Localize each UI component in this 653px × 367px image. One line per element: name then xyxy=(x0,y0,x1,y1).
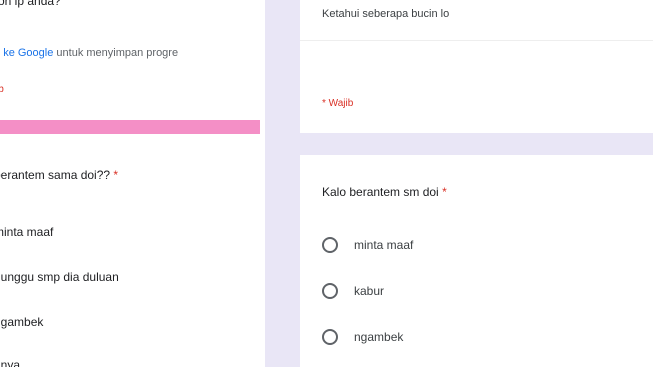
radio-button-icon[interactable] xyxy=(322,329,338,345)
radio-button-icon[interactable] xyxy=(322,237,338,253)
radio-label[interactable]: kabur xyxy=(354,284,384,298)
radio-option[interactable]: ngambek xyxy=(322,329,403,345)
question-title: Kalo berantem sm doi * xyxy=(322,185,447,199)
left-option[interactable]: minta maaf xyxy=(0,225,53,239)
form-header-card: Ketahui seberapa bucin lo * Wajib xyxy=(300,0,653,133)
field-divider xyxy=(300,40,653,41)
left-form-title: on ip anda? xyxy=(0,0,61,8)
required-star: * xyxy=(442,185,447,199)
left-option[interactable]: ngambek xyxy=(0,315,43,329)
radio-button-icon[interactable] xyxy=(322,283,338,299)
question-card: Kalo berantem sm doi * minta maaf kabur … xyxy=(300,155,653,367)
section-header-bar xyxy=(0,120,260,134)
radio-label[interactable]: ngambek xyxy=(354,330,403,344)
panel-divider xyxy=(265,0,300,367)
signin-prompt: o ke Google untuk menyimpan progre xyxy=(0,47,178,59)
left-question-text: berantem sama doi?? xyxy=(0,168,111,182)
left-form-panel: on ip anda? o ke Google untuk menyimpan … xyxy=(0,0,265,367)
left-question-title: berantem sama doi?? * xyxy=(0,168,118,182)
signin-suffix: untuk menyimpan progre xyxy=(56,47,179,59)
question-text: Kalo berantem sm doi xyxy=(322,185,439,199)
required-note: * Wajib xyxy=(322,98,354,109)
left-option[interactable]: nunggu smp dia duluan xyxy=(0,270,119,284)
left-option[interactable]: nnya xyxy=(0,358,20,367)
required-label: ib xyxy=(0,84,4,95)
google-signin-link[interactable]: ke Google xyxy=(3,47,53,59)
header-description: Ketahui seberapa bucin lo xyxy=(322,8,450,20)
required-star: * xyxy=(113,168,119,182)
radio-option[interactable]: kabur xyxy=(322,283,384,299)
radio-label[interactable]: minta maaf xyxy=(354,238,413,252)
radio-option[interactable]: minta maaf xyxy=(322,237,413,253)
